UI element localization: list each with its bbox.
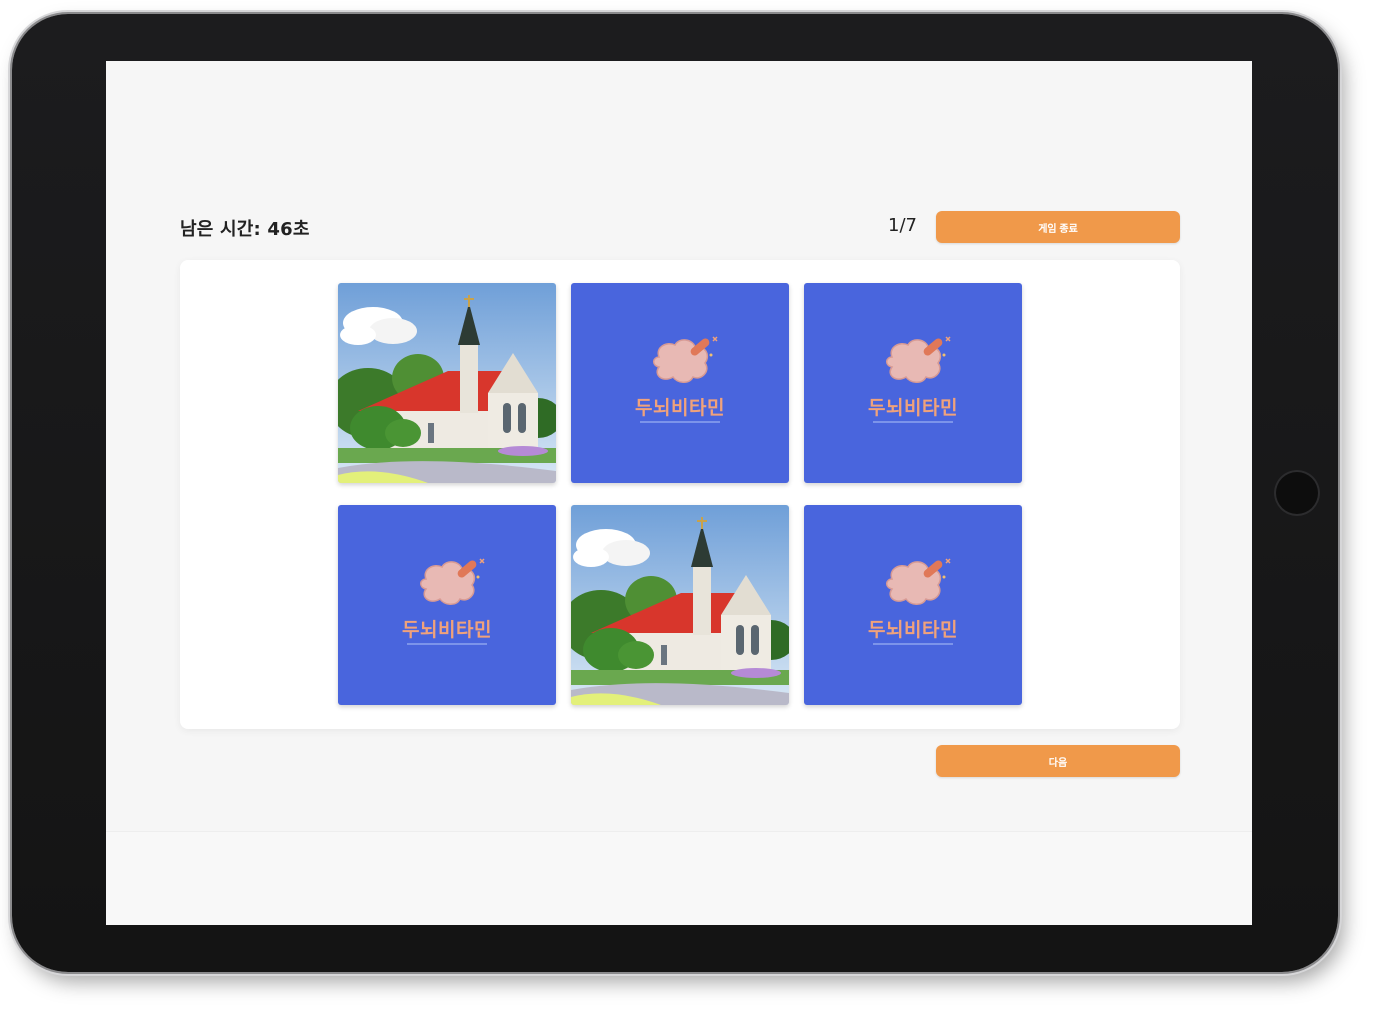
memory-card[interactable]: 두뇌비타민 [804, 505, 1022, 705]
memory-card[interactable] [338, 283, 556, 483]
card-board: 두뇌비타민 두뇌비타민 두뇌비타민 두뇌비타민 [180, 260, 1180, 729]
logo-tagline-line [873, 643, 953, 645]
timer-text: 남은 시간: 46초 [180, 219, 310, 240]
card-back-logo: 두뇌비타민 [804, 505, 1022, 705]
logo-tagline-line [873, 421, 953, 423]
card-back-logo: 두뇌비타민 [571, 283, 789, 483]
church-image [338, 283, 556, 483]
memory-card[interactable]: 두뇌비타민 [804, 283, 1022, 483]
logo-tagline-line [640, 421, 720, 423]
app-screen: 남은 시간: 46초 1/7 게임 종료 두뇌비타민 두뇌비타민 두뇌비타민 두… [106, 61, 1252, 925]
memory-card[interactable]: 두뇌비타민 [338, 505, 556, 705]
card-logo-text: 두뇌비타민 [402, 619, 492, 641]
brain-icon [420, 558, 485, 605]
card-back-logo: 두뇌비타민 [804, 283, 1022, 483]
logo-tagline-line [407, 643, 487, 645]
memory-card[interactable]: 두뇌비타민 [571, 283, 789, 483]
memory-card[interactable] [571, 505, 789, 705]
brain-icon [886, 336, 951, 383]
card-back-logo: 두뇌비타민 [338, 505, 556, 705]
card-logo-text: 두뇌비타민 [868, 397, 958, 419]
brain-icon [653, 336, 718, 383]
card-logo-text: 두뇌비타민 [635, 397, 725, 419]
game-header: 남은 시간: 46초 1/7 게임 종료 [180, 211, 1180, 245]
screen-bottom-area [106, 831, 1252, 925]
church-image [571, 505, 789, 705]
progress-counter: 1/7 [888, 215, 917, 236]
next-button[interactable]: 다음 [936, 745, 1180, 777]
card-logo-text: 두뇌비타민 [868, 619, 958, 641]
end-game-button[interactable]: 게임 종료 [936, 211, 1180, 243]
brain-icon [886, 558, 951, 605]
home-button[interactable] [1274, 470, 1320, 516]
